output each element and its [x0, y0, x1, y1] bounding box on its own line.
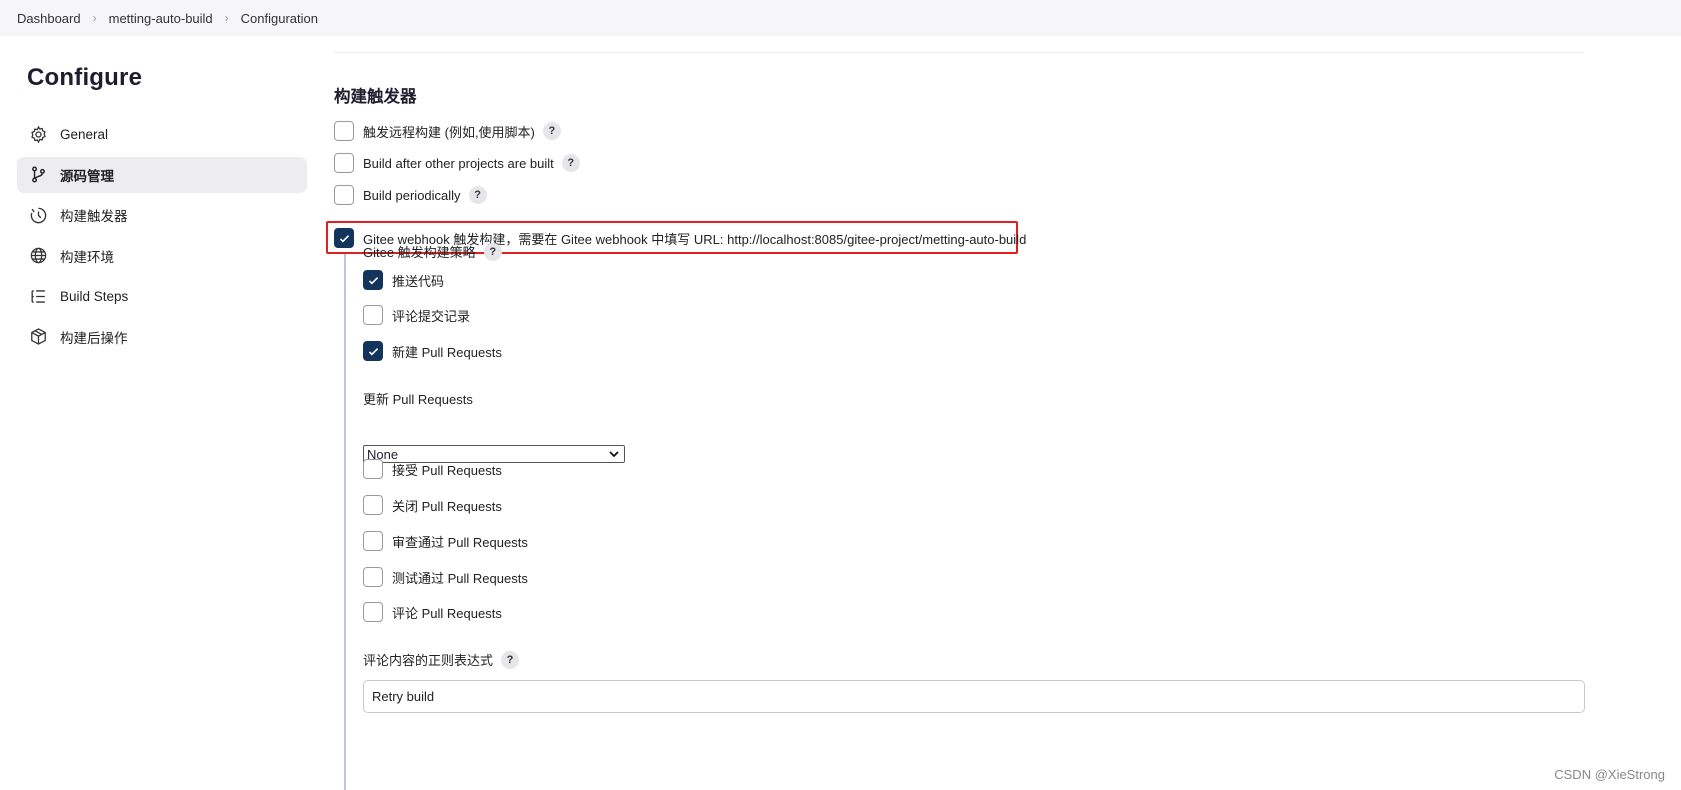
option-comment-pr-row: 评论 Pull Requests: [363, 602, 502, 622]
regex-label: 评论内容的正则表达式: [363, 653, 494, 668]
section-divider: [334, 52, 1584, 53]
option-comment-commit-checkbox[interactable]: [363, 305, 383, 325]
regex-input[interactable]: Retry build: [363, 680, 1585, 713]
chevron-down-icon: [609, 451, 619, 458]
option-new-pr-label[interactable]: 新建 Pull Requests: [392, 342, 502, 361]
trigger-remote-label[interactable]: 触发远程构建 (例如,使用脚本): [363, 122, 535, 141]
trigger-after-other-row: Build after other projects are built ?: [334, 153, 580, 173]
chevron-right-icon: ›: [224, 11, 229, 25]
breadcrumb-dashboard[interactable]: Dashboard: [17, 11, 81, 26]
option-close-pr-checkbox[interactable]: [363, 495, 383, 515]
sidebar-item-label: Build Steps: [60, 288, 129, 304]
sidebar-item-label: 构建后操作: [60, 330, 128, 346]
sidebar-item-label: 源码管理: [60, 168, 114, 184]
gitee-strategy-label: Gitee 触发构建策略: [363, 245, 476, 260]
option-new-pr-checkbox[interactable]: [363, 341, 383, 361]
trigger-after-other-label[interactable]: Build after other projects are built: [363, 156, 554, 171]
check-icon: [368, 276, 378, 284]
globe-icon: [28, 246, 48, 266]
sidebar: Configure General 源码管理 构建触发器 构建环境 Build …: [17, 36, 307, 359]
sidebar-item-post-build[interactable]: 构建后操作: [17, 319, 307, 355]
trigger-after-other-checkbox[interactable]: [334, 153, 354, 173]
help-icon[interactable]: ?: [542, 122, 561, 140]
option-approve-pr-label[interactable]: 审查通过 Pull Requests: [392, 532, 528, 551]
option-comment-commit-label[interactable]: 评论提交记录: [392, 306, 470, 325]
branch-icon: [28, 165, 48, 185]
page-title: Configure: [27, 64, 143, 91]
option-test-pr-checkbox[interactable]: [363, 567, 383, 587]
regex-row: 评论内容的正则表达式 ?: [363, 650, 520, 669]
check-icon: [339, 234, 349, 242]
sidebar-item-label: General: [60, 126, 109, 142]
sidebar-item-label: 构建环境: [60, 249, 114, 265]
option-push-code-label[interactable]: 推送代码: [392, 271, 444, 290]
help-icon[interactable]: ?: [501, 650, 520, 669]
help-icon[interactable]: ?: [561, 154, 580, 172]
trigger-remote-row: 触发远程构建 (例如,使用脚本) ?: [334, 121, 561, 141]
option-push-code-checkbox[interactable]: [363, 270, 383, 290]
option-test-pr-row: 测试通过 Pull Requests: [363, 567, 528, 587]
option-test-pr-label[interactable]: 测试通过 Pull Requests: [392, 568, 528, 587]
sidebar-item-build-environment[interactable]: 构建环境: [17, 238, 307, 274]
sidebar-item-general[interactable]: General: [17, 116, 307, 152]
option-push-code-row: 推送代码: [363, 270, 444, 290]
package-icon: [28, 327, 48, 347]
clock-icon: [28, 205, 48, 225]
option-new-pr-row: 新建 Pull Requests: [363, 341, 502, 361]
trigger-periodic-row: Build periodically ?: [334, 185, 487, 205]
help-icon[interactable]: ?: [483, 242, 502, 261]
breadcrumb-configuration[interactable]: Configuration: [241, 11, 318, 26]
option-approve-pr-row: 审查通过 Pull Requests: [363, 531, 528, 551]
option-comment-pr-label[interactable]: 评论 Pull Requests: [392, 603, 502, 622]
list-icon: [28, 286, 48, 306]
update-pr-label: 更新 Pull Requests: [363, 392, 473, 407]
gitee-strategy-row: Gitee 触发构建策略 ?: [363, 242, 502, 261]
trigger-periodic-checkbox[interactable]: [334, 185, 354, 205]
option-accept-pr-checkbox[interactable]: [363, 459, 383, 479]
sidebar-item-build-steps[interactable]: Build Steps: [17, 278, 307, 314]
sidebar-nav: General 源码管理 构建触发器 构建环境 Build Steps 构建后操…: [17, 116, 307, 355]
breadcrumb-project[interactable]: metting-auto-build: [109, 11, 213, 26]
watermark: CSDN @XieStrong: [1554, 767, 1665, 782]
sidebar-item-label: 构建触发器: [60, 209, 128, 224]
gear-icon: [28, 124, 48, 144]
sidebar-item-build-triggers[interactable]: 构建触发器: [17, 197, 307, 233]
help-icon[interactable]: ?: [468, 186, 487, 204]
nested-indent-line: [344, 254, 346, 790]
option-comment-pr-checkbox[interactable]: [363, 602, 383, 622]
check-icon: [368, 347, 378, 355]
trigger-periodic-label[interactable]: Build periodically: [363, 188, 461, 203]
trigger-gitee-webhook-checkbox[interactable]: [334, 228, 354, 248]
breadcrumb: Dashboard › metting-auto-build › Configu…: [0, 0, 1681, 36]
option-accept-pr-row: 接受 Pull Requests: [363, 459, 502, 479]
option-comment-commit-row: 评论提交记录: [363, 305, 470, 325]
section-title: 构建触发器: [334, 88, 417, 106]
option-close-pr-row: 关闭 Pull Requests: [363, 495, 502, 515]
option-close-pr-label[interactable]: 关闭 Pull Requests: [392, 496, 502, 515]
option-approve-pr-checkbox[interactable]: [363, 531, 383, 551]
trigger-remote-checkbox[interactable]: [334, 121, 354, 141]
sidebar-item-source-management[interactable]: 源码管理: [17, 156, 307, 193]
chevron-right-icon: ›: [92, 11, 97, 25]
option-accept-pr-label[interactable]: 接受 Pull Requests: [392, 460, 502, 479]
